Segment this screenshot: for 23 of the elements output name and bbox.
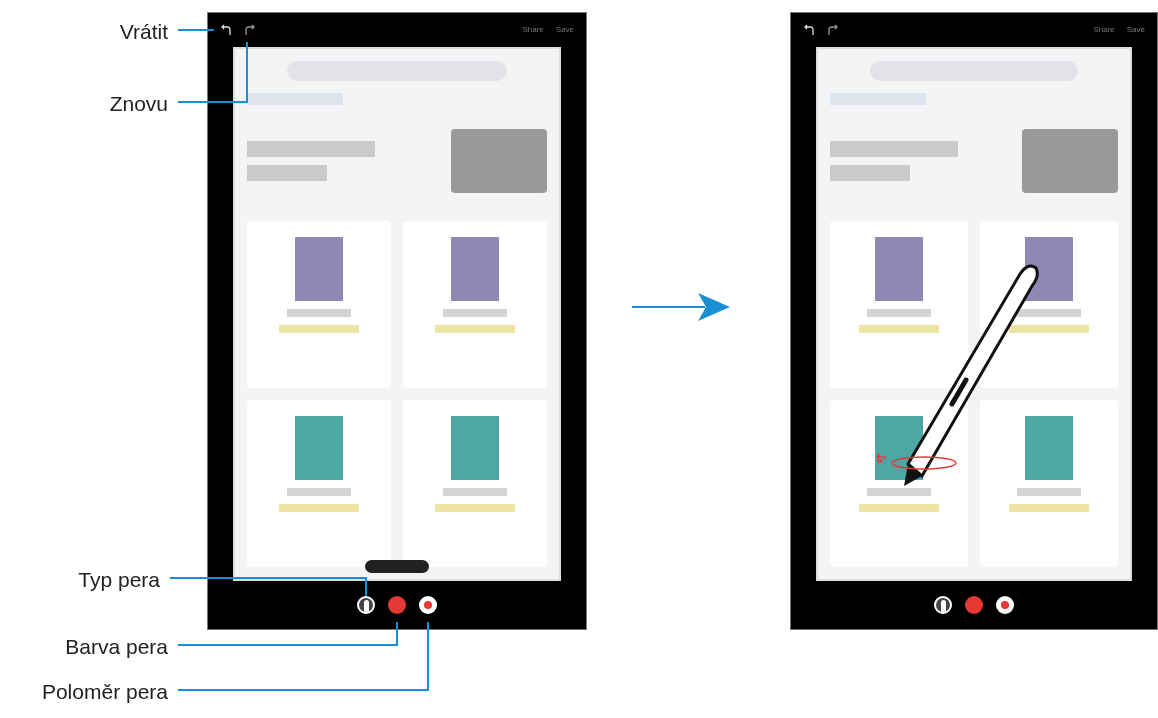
pen-type-button[interactable] (357, 596, 375, 614)
callout-label: Vrátit (119, 19, 168, 45)
undo-icon[interactable] (220, 24, 232, 36)
undo-icon[interactable] (803, 24, 815, 36)
pen-type-button[interactable] (934, 596, 952, 614)
pen-size-button[interactable] (996, 596, 1014, 614)
callout-label: Poloměr pera (41, 679, 168, 705)
callout-label: Znovu (109, 91, 168, 117)
share-button[interactable]: Share (522, 24, 544, 36)
redo-icon[interactable] (827, 24, 839, 36)
callout-label: Typ pera (78, 567, 160, 593)
callout-label: Barva pera (65, 634, 168, 660)
save-button[interactable]: Save (555, 24, 574, 36)
leader-line (177, 41, 248, 103)
tooltip-pill (365, 560, 429, 573)
share-button[interactable]: Share (1093, 24, 1115, 36)
pen-size-button[interactable] (419, 596, 437, 614)
arrow-icon (631, 293, 730, 321)
redo-icon[interactable] (244, 24, 256, 36)
pen-color-button[interactable] (388, 596, 406, 614)
leader-line (177, 29, 215, 31)
pen-color-button[interactable] (965, 596, 983, 614)
save-button[interactable]: Save (1126, 24, 1145, 36)
